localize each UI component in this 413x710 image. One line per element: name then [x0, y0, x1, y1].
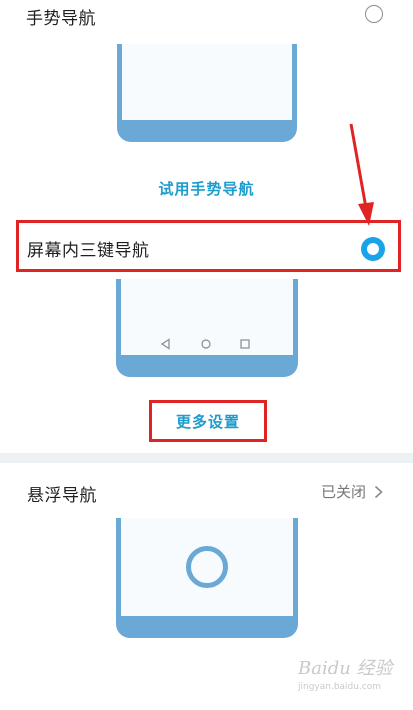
section-divider [0, 453, 413, 463]
floating-nav-status: 已关闭 [320, 483, 366, 501]
floating-nav-title: 悬浮导航 [27, 486, 97, 506]
floating-nav-ball-icon [186, 546, 228, 588]
more-settings-button[interactable]: 更多设置 [149, 411, 267, 432]
nav-keys-icons [160, 338, 250, 350]
watermark-brand: Baidu 经验 [298, 658, 393, 679]
three-key-nav-title: 屏幕内三键导航 [27, 241, 150, 261]
three-key-nav-illustration [116, 279, 298, 377]
annotation-arrow-icon [349, 123, 374, 226]
three-key-nav-radio-selected[interactable] [361, 237, 385, 261]
watermark: Baidu 经验 jingyan.baidu.com [298, 654, 408, 692]
gesture-nav-title: 手势导航 [26, 9, 96, 29]
chevron-right-icon [374, 485, 383, 498]
floating-nav-status-row[interactable]: 已关闭 [321, 481, 383, 502]
gesture-nav-illustration [117, 44, 297, 142]
gesture-nav-radio[interactable] [365, 5, 383, 23]
watermark-url: jingyan.baidu.com [298, 682, 382, 692]
